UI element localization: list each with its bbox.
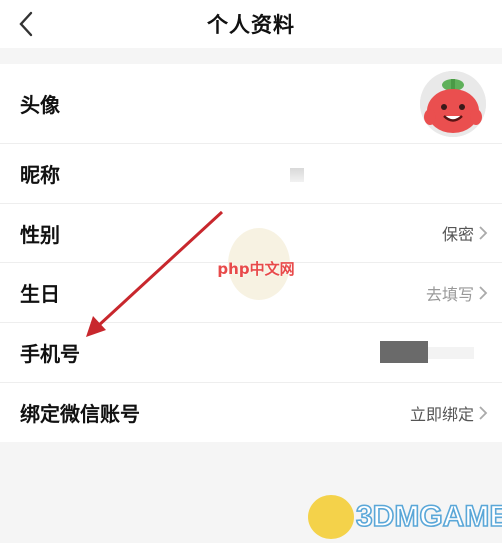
- phone-row[interactable]: 手机号: [0, 323, 502, 383]
- php-watermark-text: php中文网: [217, 259, 295, 278]
- wechat-value: 立即绑定: [409, 404, 474, 424]
- nickname-value-obscured: [290, 168, 304, 182]
- gender-label: 性别: [20, 222, 60, 247]
- gender-value: 保密: [441, 225, 474, 245]
- birthday-label: 生日: [20, 282, 60, 307]
- phone-value-masked: [380, 341, 428, 364]
- wechat-label: 绑定微信账号: [20, 402, 140, 427]
- nickname-row[interactable]: 昵称: [0, 144, 502, 204]
- 3dm-bird-icon: [308, 495, 354, 539]
- avatar[interactable]: [420, 70, 486, 137]
- back-button[interactable]: [8, 6, 44, 42]
- 3dm-watermark: 3DMGAME: [308, 494, 502, 540]
- chevron-right-icon: [479, 286, 488, 300]
- avatar-row[interactable]: 头像: [0, 64, 502, 144]
- avatar-label: 头像: [20, 93, 60, 117]
- chevron-left-icon: [19, 11, 33, 37]
- top-nav-bar: 个人资料: [0, 0, 502, 48]
- chevron-right-icon: [479, 405, 488, 420]
- birthday-value: 去填写: [425, 284, 474, 304]
- phone-value-blur: [428, 347, 474, 360]
- php-watermark: php中文网: [206, 228, 306, 308]
- nickname-label: 昵称: [20, 162, 60, 187]
- wechat-row[interactable]: 绑定微信账号 立即绑定: [0, 383, 502, 443]
- avatar-image: [420, 70, 486, 137]
- 3dm-watermark-text: 3DMGAME: [355, 499, 502, 534]
- chevron-right-icon: [479, 226, 488, 240]
- phone-label: 手机号: [20, 341, 80, 366]
- page-title: 个人资料: [207, 13, 295, 37]
